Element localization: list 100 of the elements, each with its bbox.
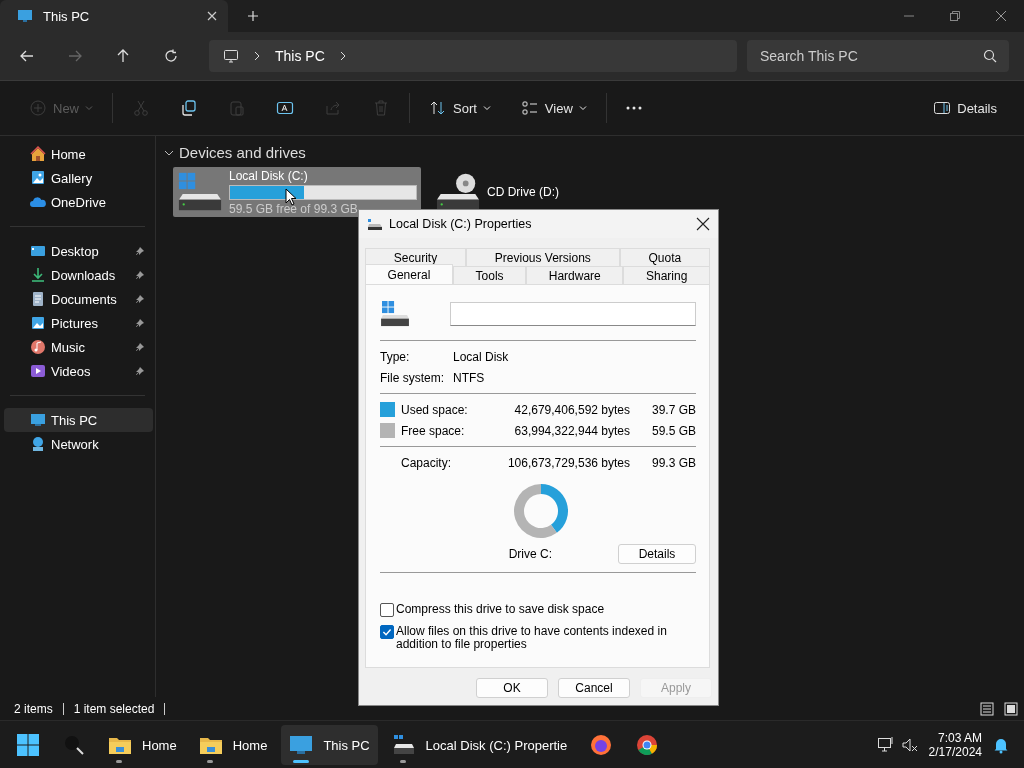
hard-drive-icon xyxy=(380,301,410,327)
network-icon xyxy=(30,436,46,452)
property-label: Type: xyxy=(380,349,411,364)
sidebar-item[interactable]: OneDrive xyxy=(4,190,153,214)
dialog-tab[interactable]: Tools xyxy=(452,266,527,284)
dialog-tab[interactable]: General xyxy=(365,264,453,284)
search-field[interactable]: Search This PC xyxy=(747,40,1009,72)
maximize-icon[interactable] xyxy=(949,10,961,22)
video-icon xyxy=(30,363,46,379)
chevron-icon[interactable] xyxy=(253,51,261,61)
gallery-icon xyxy=(30,170,46,186)
details-view-icon[interactable] xyxy=(980,701,994,716)
capacity-bytes: 106,673,729,536 bytes xyxy=(506,455,630,470)
dialog-title: Local Disk (C:) Properties xyxy=(389,217,532,231)
music-icon xyxy=(30,339,46,355)
drive-tile[interactable]: CD Drive (D:) xyxy=(431,167,679,217)
caret-icon xyxy=(482,104,491,112)
taskbar-app[interactable]: Local Disk (C:) Propertie xyxy=(383,725,576,765)
sidebar-item[interactable]: Network xyxy=(4,432,153,456)
close-icon[interactable] xyxy=(696,217,710,231)
drive-name: Local Disk (C:) xyxy=(229,168,309,183)
home-icon xyxy=(30,146,46,162)
space-label: Used space: xyxy=(401,402,469,417)
checkbox-label: Compress this drive to save disk space xyxy=(396,603,605,616)
document-icon xyxy=(30,291,46,307)
new-tab-icon[interactable] xyxy=(247,10,259,22)
monitor-icon xyxy=(30,412,46,428)
sort-button[interactable]: Sort xyxy=(414,91,506,125)
dialog-tab[interactable]: Security xyxy=(365,248,466,266)
free-space-text: 59.5 GB free of 99.3 GB xyxy=(229,201,359,216)
drive-tile[interactable]: Local Disk (C:) 59.5 GB free of 99.3 GB xyxy=(173,167,421,217)
dialog-button[interactable]: Cancel xyxy=(558,678,630,698)
close-icon[interactable] xyxy=(995,10,1007,22)
capacity-label: Capacity: xyxy=(401,455,453,470)
checkbox-label: Allow files on this drive to have contents indexed in addition to file properties xyxy=(396,625,668,651)
up-icon[interactable] xyxy=(115,48,131,64)
sidebar-item[interactable]: This PC xyxy=(4,408,153,432)
window-tab[interactable]: This PC xyxy=(0,0,228,32)
clock-time[interactable]: 7:03 AM xyxy=(937,731,982,745)
address-bar[interactable]: This PC xyxy=(209,40,737,72)
taskbar-app[interactable]: This PC xyxy=(281,725,378,765)
notification-bell-icon[interactable] xyxy=(992,736,1010,754)
sidebar-item[interactable]: Videos xyxy=(4,359,153,383)
details-button[interactable]: Details xyxy=(618,544,696,564)
drive-icon xyxy=(391,733,416,757)
view-button[interactable]: View xyxy=(505,91,602,125)
dialog-tab[interactable]: Hardware xyxy=(526,266,624,284)
selection-count: 1 item selected xyxy=(73,701,155,716)
hard-drive-icon xyxy=(177,172,223,212)
taskbar-app[interactable]: Home xyxy=(100,725,185,765)
caret-icon xyxy=(578,104,587,112)
space-size: 59.5 GB xyxy=(650,423,696,438)
monitor-icon xyxy=(17,8,33,24)
drive-label-field[interactable] xyxy=(450,302,696,326)
drive-caption: Drive C: xyxy=(508,547,552,561)
sidebar-item[interactable]: Pictures xyxy=(4,311,153,335)
space-bytes: 63,994,322,944 bytes xyxy=(513,423,630,438)
details-button[interactable]: Details xyxy=(918,91,1012,125)
desktop-icon xyxy=(30,243,46,259)
dialog-tab[interactable]: Previous Versions xyxy=(466,248,620,266)
back-icon[interactable] xyxy=(19,48,35,64)
download-icon xyxy=(30,267,46,283)
breadcrumb[interactable]: This PC xyxy=(275,48,325,64)
sidebar-item[interactable]: Home xyxy=(4,142,153,166)
space-size: 39.7 GB xyxy=(650,402,696,417)
dialog-tab[interactable]: Quota xyxy=(619,248,710,266)
tiles-view-icon[interactable] xyxy=(1004,701,1018,716)
sidebar-item[interactable]: Desktop xyxy=(4,239,153,263)
search-icon xyxy=(62,733,86,757)
taskbar-app[interactable]: Home xyxy=(190,725,276,765)
chevron-icon[interactable] xyxy=(338,51,347,61)
sidebar-item[interactable]: Music xyxy=(4,335,153,359)
forward-icon[interactable] xyxy=(67,48,83,64)
sidebar-item[interactable]: Documents xyxy=(4,287,153,311)
sidebar-item[interactable]: Gallery xyxy=(4,166,153,190)
checkbox[interactable] xyxy=(380,625,394,639)
cloud-icon xyxy=(30,194,46,210)
property-label: File system: xyxy=(380,370,445,385)
drive-name: CD Drive (D:) xyxy=(487,185,560,199)
muted-speaker-icon[interactable] xyxy=(900,736,919,754)
clock-date[interactable]: 2/17/2024 xyxy=(928,745,982,759)
dialog-tab[interactable]: Sharing xyxy=(623,266,710,284)
picture-icon xyxy=(30,315,46,331)
space-bytes: 42,679,406,592 bytes xyxy=(513,402,630,417)
dialog-button[interactable]: OK xyxy=(476,678,548,698)
section-header[interactable]: Devices and drives xyxy=(164,144,314,161)
search-icon xyxy=(983,49,997,63)
item-count: 2 items xyxy=(14,701,53,716)
windows-icon xyxy=(16,733,40,757)
network-icon[interactable] xyxy=(876,736,895,754)
monitor-icon xyxy=(223,48,239,64)
sidebar-item[interactable]: Downloads xyxy=(4,263,153,287)
space-label: Free space: xyxy=(401,423,466,438)
refresh-icon[interactable] xyxy=(163,48,179,64)
capacity-size: 99.3 GB xyxy=(650,455,696,470)
property-value: Local Disk xyxy=(453,349,509,364)
checkbox[interactable] xyxy=(380,603,394,617)
monitor-icon xyxy=(289,733,314,757)
browser-icon xyxy=(589,733,614,757)
property-value: NTFS xyxy=(453,370,485,385)
